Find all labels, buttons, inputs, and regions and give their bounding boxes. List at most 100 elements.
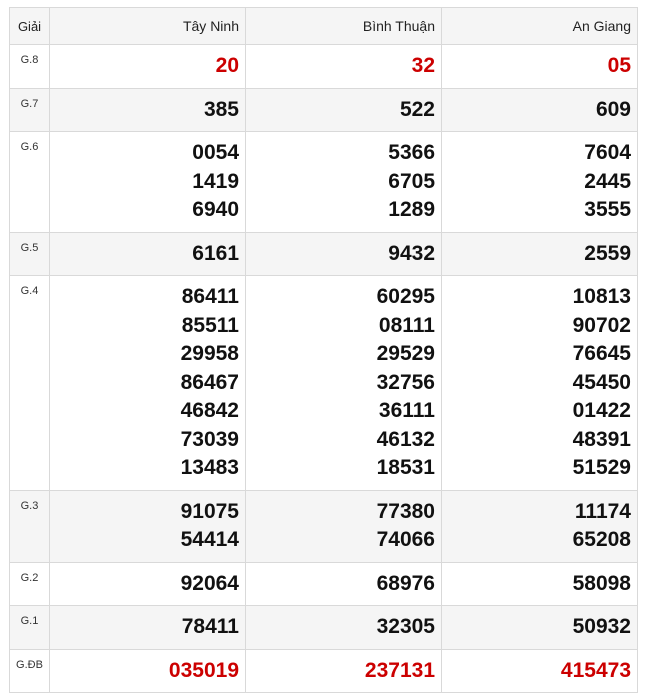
winning-number[interactable]: 13483 — [50, 454, 239, 483]
prize-cell: 68976 — [245, 561, 442, 606]
province-header-binh-thuan[interactable]: Bình Thuận — [245, 7, 442, 45]
winning-number[interactable]: 6705 — [246, 168, 435, 197]
prize-cell: 32305 — [245, 605, 442, 650]
winning-number[interactable]: 78411 — [50, 613, 239, 642]
prize-label: G.ĐB — [9, 648, 50, 693]
winning-number[interactable]: 92064 — [50, 570, 239, 599]
prize-label: G.5 — [9, 231, 50, 276]
prize-cell: 32 — [245, 44, 442, 89]
prize-label: G.8 — [9, 44, 50, 89]
winning-number[interactable]: 08111 — [246, 312, 435, 341]
winning-number[interactable]: 1419 — [50, 168, 239, 197]
prize-cell: 50932 — [441, 605, 638, 650]
prize-rows: G.8 20 32 05 G.7 385 522 609 G.6 0054 1419 6940 5366… — [9, 44, 638, 693]
province-header-an-giang[interactable]: An Giang — [441, 7, 638, 45]
winning-number[interactable]: 48391 — [442, 426, 631, 455]
prize-cell: 385 — [49, 87, 246, 132]
prize-cell: 9432 — [245, 231, 442, 276]
prize-cell: 0054 1419 6940 — [49, 131, 246, 233]
winning-number[interactable]: 85511 — [50, 312, 239, 341]
winning-number[interactable]: 46842 — [50, 397, 239, 426]
prize-cell: 522 — [245, 87, 442, 132]
winning-number[interactable]: 2445 — [442, 168, 631, 197]
winning-number[interactable]: 86411 — [50, 283, 239, 312]
winning-number[interactable]: 32 — [246, 52, 435, 81]
prize-row: G.ĐB 035019 237131 415473 — [9, 648, 638, 693]
prize-row: G.8 20 32 05 — [9, 44, 638, 89]
prize-cell: 92064 — [49, 561, 246, 606]
winning-number[interactable]: 36111 — [246, 397, 435, 426]
winning-number[interactable]: 6940 — [50, 196, 239, 225]
prize-label: G.4 — [9, 275, 50, 491]
winning-number[interactable]: 65208 — [442, 526, 631, 555]
winning-number[interactable]: 32756 — [246, 369, 435, 398]
winning-number[interactable]: 68976 — [246, 570, 435, 599]
prize-label: G.7 — [9, 87, 50, 132]
winning-number[interactable]: 77380 — [246, 498, 435, 527]
prize-cell: 91075 54414 — [49, 489, 246, 563]
province-header-tay-ninh[interactable]: Tây Ninh — [49, 7, 246, 45]
prize-row: G.3 91075 54414 77380 74066 11174 65208 — [9, 489, 638, 563]
winning-number[interactable]: 32305 — [246, 613, 435, 642]
winning-number[interactable]: 73039 — [50, 426, 239, 455]
winning-number[interactable]: 74066 — [246, 526, 435, 555]
prize-label: G.3 — [9, 489, 50, 563]
header-row: Giải Tây Ninh Bình Thuận An Giang — [9, 7, 638, 45]
prize-cell: 2559 — [441, 231, 638, 276]
winning-number[interactable]: 29529 — [246, 340, 435, 369]
prize-cell: 20 — [49, 44, 246, 89]
winning-number[interactable]: 51529 — [442, 454, 631, 483]
winning-number[interactable]: 9432 — [246, 240, 435, 269]
lottery-results-table: Giải Tây Ninh Bình Thuận An Giang G.8 20 3… — [9, 7, 638, 693]
prize-cell: 609 — [441, 87, 638, 132]
winning-number[interactable]: 2559 — [442, 240, 631, 269]
prize-row: G.1 78411 32305 50932 — [9, 605, 638, 650]
winning-number[interactable]: 1289 — [246, 196, 435, 225]
winning-number[interactable]: 385 — [50, 96, 239, 125]
winning-number[interactable]: 50932 — [442, 613, 631, 642]
prize-cell: 415473 — [441, 648, 638, 693]
prize-row: G.6 0054 1419 6940 5366 6705 1289 7604 2445 3555 — [9, 131, 638, 233]
winning-number[interactable]: 11174 — [442, 498, 631, 527]
winning-number[interactable]: 60295 — [246, 283, 435, 312]
prize-cell: 58098 — [441, 561, 638, 606]
winning-number[interactable]: 18531 — [246, 454, 435, 483]
prize-cell: 86411 85511 29958 86467 46842 73039 13483 — [49, 275, 246, 491]
winning-number[interactable]: 10813 — [442, 283, 631, 312]
prize-row: G.5 6161 9432 2559 — [9, 231, 638, 276]
winning-number[interactable]: 6161 — [50, 240, 239, 269]
prize-label: G.6 — [9, 131, 50, 233]
winning-number[interactable]: 90702 — [442, 312, 631, 341]
winning-number[interactable]: 46132 — [246, 426, 435, 455]
winning-number[interactable]: 01422 — [442, 397, 631, 426]
prize-row: G.4 86411 85511 29958 86467 46842 73039 13483 60… — [9, 275, 638, 491]
winning-number[interactable]: 29958 — [50, 340, 239, 369]
winning-number[interactable]: 0054 — [50, 139, 239, 168]
prize-cell: 10813 90702 76645 45450 01422 48391 51529 — [441, 275, 638, 491]
prize-cell: 77380 74066 — [245, 489, 442, 563]
winning-number[interactable]: 91075 — [50, 498, 239, 527]
prize-cell: 60295 08111 29529 32756 36111 46132 18531 — [245, 275, 442, 491]
prize-label: G.2 — [9, 561, 50, 606]
prize-cell: 035019 — [49, 648, 246, 693]
prize-row: G.2 92064 68976 58098 — [9, 561, 638, 606]
prize-row: G.7 385 522 609 — [9, 87, 638, 132]
winning-number[interactable]: 3555 — [442, 196, 631, 225]
prize-label: G.1 — [9, 605, 50, 650]
winning-number[interactable]: 86467 — [50, 369, 239, 398]
prize-cell: 5366 6705 1289 — [245, 131, 442, 233]
winning-number[interactable]: 76645 — [442, 340, 631, 369]
winning-number[interactable]: 45450 — [442, 369, 631, 398]
prize-cell: 6161 — [49, 231, 246, 276]
winning-number[interactable]: 54414 — [50, 526, 239, 555]
prize-column-header: Giải — [9, 7, 50, 45]
winning-number[interactable]: 5366 — [246, 139, 435, 168]
winning-number[interactable]: 05 — [442, 52, 631, 81]
winning-number[interactable]: 58098 — [442, 570, 631, 599]
winning-number[interactable]: 20 — [50, 52, 239, 81]
winning-number[interactable]: 522 — [246, 96, 435, 125]
winning-number[interactable]: 609 — [442, 96, 631, 125]
prize-cell: 7604 2445 3555 — [441, 131, 638, 233]
winning-number[interactable]: 7604 — [442, 139, 631, 168]
prize-cell: 11174 65208 — [441, 489, 638, 563]
